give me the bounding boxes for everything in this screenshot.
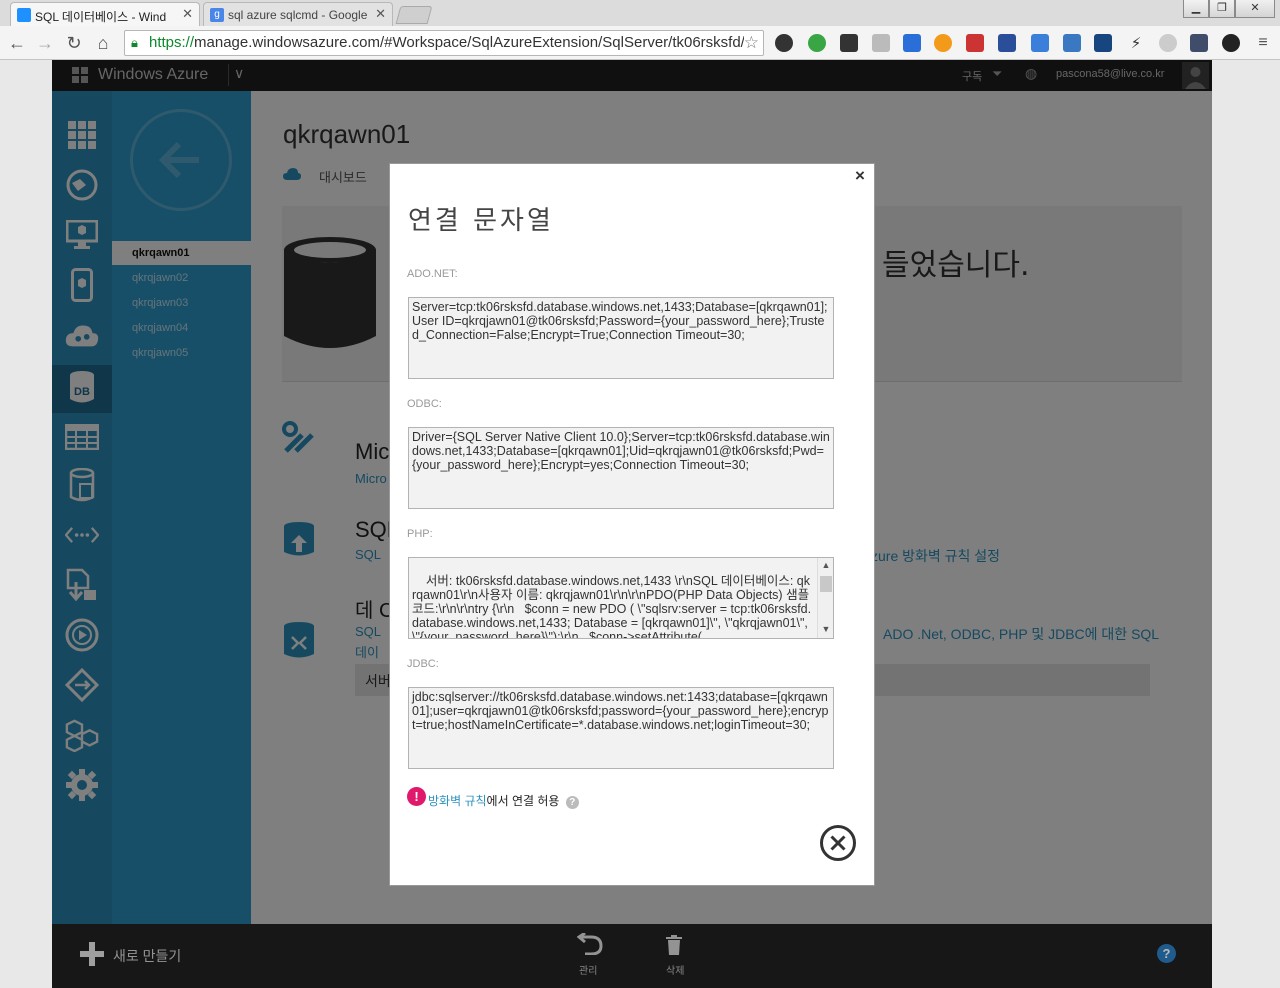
firewall-rules-link[interactable]: 방화벽 규칙 (428, 794, 487, 808)
address-bar[interactable]: 🔒︎ https://manage.windowsazure.com/#Work… (124, 30, 764, 56)
lock-icon: 🔒︎ (131, 35, 138, 50)
extension-icon[interactable] (840, 34, 858, 52)
windows-logo-icon (17, 8, 31, 22)
tab-sql-database[interactable]: SQL 데이터베이스 - Wind ✕ (10, 2, 200, 26)
extension-icon[interactable] (808, 34, 826, 52)
dialog-title: 연결 문자열 (408, 206, 554, 236)
lightning-icon[interactable]: ⚡ (1127, 34, 1145, 52)
scrollbar-thumb[interactable] (820, 576, 832, 592)
warning-icon: ! (407, 787, 426, 806)
close-tab-icon[interactable]: ✕ (375, 6, 386, 22)
close-window-button[interactable]: ✕ (1235, 0, 1275, 18)
close-tab-icon[interactable]: ✕ (182, 6, 193, 22)
minimize-button[interactable]: ▁ (1183, 0, 1209, 18)
extension-icon[interactable] (998, 34, 1016, 52)
odbc-label: ODBC: (407, 398, 442, 410)
firewall-notice-text: 에서 연결 허용 (486, 794, 560, 808)
scroll-down-arrow-icon[interactable]: ▼ (818, 622, 833, 636)
maximize-button[interactable]: ❐ (1209, 0, 1235, 18)
url-text: manage.windowsazure.com/#Workspace/SqlAz… (194, 34, 745, 51)
url-scheme: https:// (149, 34, 195, 51)
extension-icon[interactable] (966, 34, 984, 52)
extension-icon[interactable] (1063, 34, 1081, 52)
browser-toolbar: ← → ↻ ⌂ 🔒︎ https://manage.windowsazure.c… (0, 26, 1280, 60)
odbc-connection-string[interactable]: Driver={SQL Server Native Client 10.0};S… (408, 427, 834, 509)
vertical-scrollbar[interactable]: ▲ ▼ (817, 558, 833, 638)
ipa-icon[interactable] (1094, 34, 1112, 52)
connection-strings-dialog: × 연결 문자열 ADO.NET: Server=tcp:tk06rsksfd.… (389, 163, 875, 886)
extension-icon[interactable] (1222, 34, 1240, 52)
scroll-up-arrow-icon[interactable]: ▲ (818, 558, 833, 572)
close-circle-icon (820, 825, 856, 861)
translate-icon[interactable] (1031, 34, 1049, 52)
bookmark-star-icon[interactable]: ☆ (743, 31, 759, 55)
home-icon[interactable]: ⌂ (92, 32, 114, 54)
tab-google-search[interactable]: g sql azure sqlcmd - Google ✕ (203, 2, 393, 26)
forward-arrow-icon[interactable]: → (34, 32, 56, 54)
close-dialog-button[interactable] (820, 825, 856, 861)
tab-title: sql azure sqlcmd - Google (228, 8, 368, 22)
chrome-menu-icon[interactable]: ≡ (1252, 32, 1274, 54)
jdbc-connection-string[interactable]: jdbc:sqlserver://tk06rsksfd.database.win… (408, 687, 834, 769)
ado-net-label: ADO.NET: (407, 268, 458, 280)
help-icon[interactable]: ? (565, 796, 579, 809)
settings-gear-icon[interactable] (775, 34, 793, 52)
tab-title: SQL 데이터베이스 - Wind (35, 10, 167, 24)
php-label: PHP: (407, 528, 433, 540)
back-arrow-icon[interactable]: ← (6, 32, 28, 54)
jdbc-label: JDBC: (407, 658, 439, 670)
extension-icon[interactable] (1190, 34, 1208, 52)
mail-icon[interactable] (872, 34, 890, 52)
command-bar-dim (52, 924, 1212, 988)
close-icon[interactable]: × (855, 166, 865, 186)
google-icon: g (210, 8, 224, 22)
extension-icon[interactable] (1159, 34, 1177, 52)
extension-icon[interactable] (934, 34, 952, 52)
browser-tab-strip: SQL 데이터베이스 - Wind ✕ g sql azure sqlcmd -… (0, 0, 1280, 26)
extension-icon[interactable] (903, 34, 921, 52)
new-tab-button[interactable] (395, 6, 433, 24)
php-connection-string[interactable]: 서버: tk06rsksfd.database.windows.net,1433… (408, 557, 834, 639)
reload-icon[interactable]: ↻ (63, 32, 85, 54)
firewall-notice: 방화벽 규칙에서 연결 허용 ? (428, 792, 579, 809)
php-code-text: 서버: tk06rsksfd.database.windows.net,1433… (412, 574, 813, 639)
ado-net-connection-string[interactable]: Server=tcp:tk06rsksfd.database.windows.n… (408, 297, 834, 379)
